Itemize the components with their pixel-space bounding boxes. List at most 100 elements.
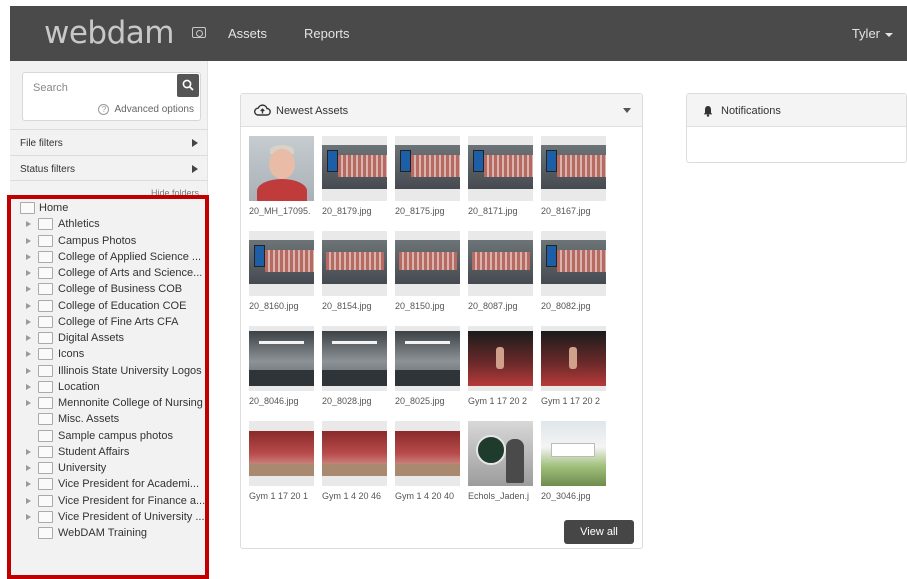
asset-image[interactable] bbox=[395, 326, 460, 391]
asset-filename[interactable]: Gym 1 4 20 46 bbox=[322, 491, 389, 501]
expand-arrow-icon[interactable] bbox=[26, 253, 31, 260]
folder-label: Mennonite College of Nursing bbox=[58, 397, 203, 409]
expand-arrow-icon[interactable] bbox=[26, 335, 31, 341]
newest-assets-header[interactable]: Newest Assets bbox=[241, 94, 642, 127]
asset-image[interactable] bbox=[249, 326, 314, 391]
asset-filename[interactable]: 20_8179.jpg bbox=[322, 206, 389, 216]
asset-filename[interactable]: 20_8154.jpg bbox=[322, 301, 389, 311]
webdam-logo[interactable]: webdam bbox=[44, 15, 174, 51]
folder-icon bbox=[38, 380, 53, 393]
folder-icon bbox=[38, 348, 53, 361]
expand-arrow-icon[interactable] bbox=[26, 497, 31, 504]
folder-label: WebDAM Training bbox=[58, 527, 148, 539]
folder-label: Sample campus photos bbox=[58, 429, 173, 442]
asset-image[interactable] bbox=[322, 231, 387, 296]
folder-label: College of Arts and Science... bbox=[58, 267, 203, 279]
file-filters-toggle[interactable]: File filters bbox=[10, 129, 208, 155]
asset-filename[interactable]: Gym 1 4 20 40 bbox=[395, 491, 462, 501]
asset-filename[interactable]: 20_3046.jpg bbox=[541, 491, 608, 501]
folder-label: Vice President for Academi... bbox=[58, 478, 200, 491]
asset-image[interactable] bbox=[249, 136, 314, 201]
expand-arrow-icon[interactable] bbox=[26, 221, 31, 228]
folder-label: College of Business COB bbox=[58, 283, 183, 296]
asset-image[interactable] bbox=[249, 231, 314, 296]
asset-filename[interactable]: Gym 1 17 20 2 bbox=[468, 396, 535, 406]
advanced-options-link[interactable]: ? Advanced options bbox=[98, 104, 194, 115]
asset-image[interactable] bbox=[541, 421, 606, 486]
status-filters-label: Status filters bbox=[20, 164, 76, 175]
asset-filename[interactable]: 20_8171.jpg bbox=[468, 206, 535, 216]
search-button[interactable] bbox=[177, 74, 199, 97]
asset-image[interactable] bbox=[541, 136, 606, 201]
asset-image[interactable] bbox=[468, 326, 533, 391]
expand-arrow-icon[interactable] bbox=[26, 513, 31, 520]
status-filters-toggle[interactable]: Status filters bbox=[10, 155, 208, 181]
folder-label: Misc. Assets bbox=[58, 413, 120, 426]
asset-image[interactable] bbox=[322, 421, 387, 486]
expand-arrow-icon[interactable] bbox=[26, 367, 31, 374]
notifications-title: Notifications bbox=[721, 105, 781, 117]
expand-arrow-icon[interactable] bbox=[26, 270, 31, 276]
notifications-header[interactable]: Notifications bbox=[687, 94, 906, 127]
asset-image[interactable] bbox=[249, 421, 314, 486]
folder-icon bbox=[38, 250, 53, 263]
expand-arrow-icon[interactable] bbox=[26, 448, 31, 455]
asset-image[interactable] bbox=[395, 421, 460, 486]
expand-arrow-icon[interactable] bbox=[26, 465, 31, 471]
expand-arrow-icon[interactable] bbox=[26, 237, 31, 244]
search-input[interactable] bbox=[27, 77, 173, 98]
asset-filename[interactable]: 20_8082.jpg bbox=[541, 301, 608, 311]
camera-icon bbox=[192, 27, 206, 38]
asset-filename[interactable]: 20_8087.jpg bbox=[468, 301, 535, 311]
asset-image[interactable] bbox=[395, 231, 460, 296]
asset-filename[interactable]: 20_MH_17095. bbox=[249, 206, 316, 216]
asset-filename[interactable]: 20_8028.jpg bbox=[322, 396, 389, 406]
folder-icon bbox=[38, 429, 53, 442]
view-all-button[interactable]: View all bbox=[564, 520, 634, 544]
asset-filename[interactable]: 20_8150.jpg bbox=[395, 301, 462, 311]
asset-image[interactable] bbox=[541, 326, 606, 391]
chevron-down-icon[interactable] bbox=[623, 108, 631, 113]
asset-image[interactable] bbox=[395, 136, 460, 201]
folder-label: Vice President for Finance a... bbox=[58, 494, 206, 507]
top-navbar: webdam Assets Reports Tyler bbox=[10, 6, 907, 61]
folder-label: University bbox=[58, 462, 107, 474]
hide-folders-link[interactable]: Hide folders bbox=[151, 188, 199, 195]
asset-image[interactable] bbox=[541, 231, 606, 296]
asset-filename[interactable]: 20_8175.jpg bbox=[395, 206, 462, 216]
asset-filename[interactable]: Gym 1 17 20 1 bbox=[249, 491, 316, 501]
nav-assets[interactable]: Assets bbox=[228, 26, 267, 41]
asset-filename[interactable]: Gym 1 17 20 2 bbox=[541, 396, 608, 406]
asset-filename[interactable]: 20_8046.jpg bbox=[249, 396, 316, 406]
expand-arrow-icon[interactable] bbox=[26, 351, 31, 358]
folder-icon bbox=[38, 364, 53, 377]
expand-arrow-icon[interactable] bbox=[26, 400, 31, 406]
folder-icon bbox=[38, 445, 53, 458]
asset-image[interactable] bbox=[322, 326, 387, 391]
expand-arrow-icon[interactable] bbox=[26, 286, 31, 293]
user-menu[interactable]: Tyler bbox=[852, 26, 893, 41]
folder-icon bbox=[38, 510, 53, 523]
nav-reports[interactable]: Reports bbox=[304, 26, 350, 41]
expand-arrow-icon[interactable] bbox=[26, 302, 31, 309]
asset-filename[interactable]: 20_8160.jpg bbox=[249, 301, 316, 311]
asset-image[interactable] bbox=[468, 136, 533, 201]
notifications-panel: Notifications bbox=[686, 93, 907, 163]
asset-filename[interactable]: 20_8167.jpg bbox=[541, 206, 608, 216]
cloud-upload-icon bbox=[254, 104, 271, 116]
sidebar: ? Advanced options File filters Status fi… bbox=[10, 61, 208, 579]
expand-arrow-icon[interactable] bbox=[26, 383, 31, 390]
folder-icon bbox=[20, 202, 35, 214]
asset-image[interactable] bbox=[468, 231, 533, 296]
expand-arrow-icon[interactable] bbox=[26, 481, 31, 488]
asset-image[interactable] bbox=[468, 421, 533, 486]
expand-arrow-icon[interactable] bbox=[26, 318, 31, 325]
user-name: Tyler bbox=[851, 26, 880, 41]
folder-label: College of Applied Science ... bbox=[58, 250, 202, 263]
asset-filename[interactable]: Echols_Jaden.j bbox=[468, 491, 535, 501]
help-icon: ? bbox=[98, 104, 110, 115]
folder-label: Athletics bbox=[58, 218, 100, 231]
asset-filename[interactable]: 20_8025.jpg bbox=[395, 396, 462, 406]
folder-icon bbox=[38, 478, 53, 491]
asset-image[interactable] bbox=[322, 136, 387, 201]
